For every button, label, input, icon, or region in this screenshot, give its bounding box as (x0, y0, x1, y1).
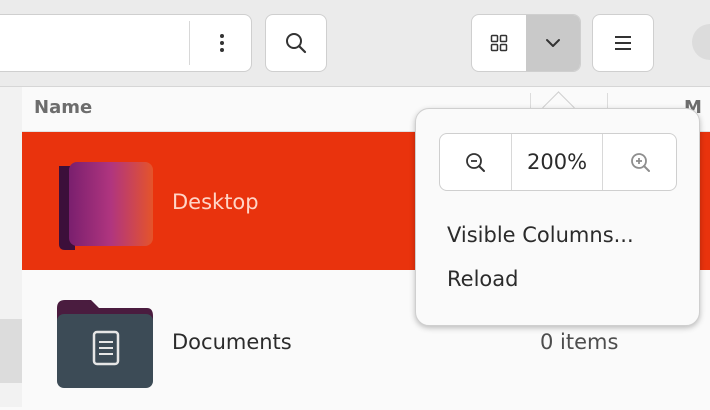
grid-view-icon (490, 34, 508, 52)
zoom-in-icon (629, 151, 651, 173)
zoom-level: 200% (512, 134, 604, 190)
path-bar-divider (189, 21, 190, 65)
search-button[interactable] (265, 14, 327, 72)
visible-columns-menu-item[interactable]: Visible Columns... (447, 223, 634, 247)
documents-folder-icon (55, 294, 155, 388)
sidebar (0, 87, 22, 407)
chevron-down-icon (545, 38, 561, 48)
header-bar (0, 0, 710, 87)
zoom-controls: 200% (439, 133, 677, 191)
grid-view-button[interactable] (472, 15, 526, 71)
vertical-dots-icon (219, 33, 225, 53)
zoom-out-button[interactable] (440, 134, 512, 190)
path-bar[interactable] (0, 14, 252, 72)
zoom-out-icon (464, 151, 486, 173)
view-mode-group (471, 14, 581, 72)
window-control-button[interactable] (692, 24, 710, 60)
sidebar-item[interactable] (0, 319, 22, 383)
zoom-in-button[interactable] (603, 134, 676, 190)
main-menu-button[interactable] (592, 14, 654, 72)
file-size: 0 items (540, 330, 619, 354)
hamburger-menu-icon (613, 35, 633, 51)
view-options-popover: 200% Visible Columns... Reload (415, 108, 700, 326)
desktop-folder-icon (55, 162, 155, 250)
view-options-dropdown[interactable] (526, 15, 580, 71)
reload-menu-item[interactable]: Reload (447, 267, 518, 291)
file-name: Desktop (172, 190, 259, 214)
path-menu-button[interactable] (204, 21, 240, 65)
file-name: Documents (172, 330, 292, 354)
search-icon (284, 31, 308, 55)
column-header-name[interactable]: Name (34, 97, 92, 118)
